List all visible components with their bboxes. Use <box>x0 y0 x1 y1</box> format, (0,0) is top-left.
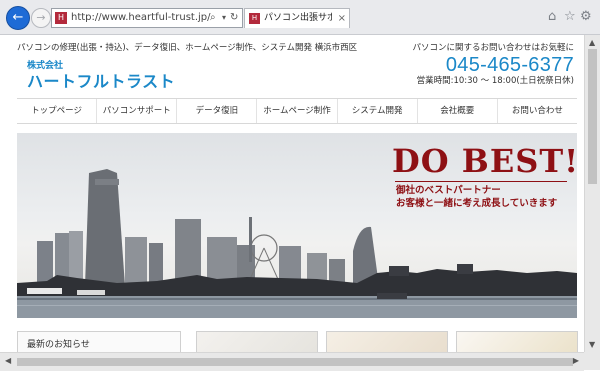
forward-button[interactable]: → <box>31 8 51 28</box>
company-name: ハートフルトラスト <box>27 72 176 91</box>
company-prefix: 株式会社 <box>27 61 64 71</box>
nav-item-contact[interactable]: お問い合わせ <box>496 99 577 123</box>
nav-item-data-recovery[interactable]: データ復旧 <box>176 99 256 123</box>
refresh-icon[interactable]: ↻ <box>230 10 238 26</box>
site-tagline: パソコンの修理(出張・持込)、データ復旧、ホームページ制作、システム開発 横浜市… <box>17 43 358 53</box>
tab-favicon-icon: H <box>249 13 260 24</box>
main-nav: トップページ パソコンサポート データ復旧 ホームページ制作 システム開発 会社… <box>17 98 577 124</box>
phone-number[interactable]: 045-465-6377 <box>412 54 574 76</box>
news-box: 最新のお知らせ <box>17 331 181 352</box>
vertical-scroll-thumb[interactable] <box>588 49 597 184</box>
horizontal-scroll-thumb[interactable] <box>17 358 573 366</box>
news-title: 最新のお知らせ <box>27 340 90 350</box>
arrow-left-icon: ← <box>12 10 24 25</box>
horizontal-scrollbar[interactable]: ◀ ▶ <box>0 352 584 371</box>
back-button[interactable]: ← <box>6 6 30 30</box>
tab-title: パソコン出張サポート(出張-... <box>264 13 332 23</box>
contact-box: パソコンに関するお問い合わせはお気軽に 045-465-6377 営業時間:10… <box>412 43 574 87</box>
arrow-right-icon: → <box>36 11 46 24</box>
scrollbar-corner <box>584 352 600 370</box>
service-thumbnail-1[interactable] <box>196 331 318 352</box>
scroll-down-icon[interactable]: ▼ <box>589 340 595 349</box>
hero-headline: DO BEST! <box>392 142 577 180</box>
hero-banner: DO BEST! 御社のベストパートナー お客様と一緒に考え成長していきます <box>17 133 577 318</box>
hero-subtitle-2: お客様と一緒に考え成長していきます <box>396 198 558 209</box>
business-hours: 営業時間:10:30 ～ 18:00(土日祝祭日休) <box>416 76 574 86</box>
nav-item-system-dev[interactable]: システム開発 <box>336 99 417 123</box>
gear-icon[interactable]: ⚙ <box>580 10 592 24</box>
web-page: パソコンの修理(出張・持込)、データ復旧、ホームページ制作、システム開発 横浜市… <box>0 35 584 352</box>
scroll-left-icon[interactable]: ◀ <box>5 356 11 365</box>
search-icon[interactable]: ⌕ <box>210 10 216 26</box>
home-icon[interactable]: ⌂ <box>548 10 556 24</box>
star-icon[interactable]: ☆ <box>564 10 576 24</box>
address-bar[interactable]: H http://www.heartful-trust.jp/ ⌕ ▾ ↻ <box>51 8 243 28</box>
site-favicon-icon: H <box>55 12 67 24</box>
vertical-scrollbar[interactable]: ▲ ▼ <box>584 35 600 352</box>
nav-item-top[interactable]: トップページ <box>17 99 96 123</box>
nav-item-pc-support[interactable]: パソコンサポート <box>96 99 176 123</box>
nav-item-company[interactable]: 会社概要 <box>416 99 497 123</box>
scroll-up-icon[interactable]: ▲ <box>589 38 595 47</box>
tab-active[interactable]: H パソコン出張サポート(出張-... × <box>244 8 350 28</box>
close-icon[interactable]: × <box>338 11 346 26</box>
dropdown-icon[interactable]: ▾ <box>222 10 226 26</box>
browser-toolbar: ← → H http://www.heartful-trust.jp/ ⌕ ▾ … <box>0 0 600 35</box>
url-text[interactable]: http://www.heartful-trust.jp/ <box>71 10 211 26</box>
scroll-right-icon[interactable]: ▶ <box>573 356 579 365</box>
nav-item-web-production[interactable]: ホームページ制作 <box>256 99 336 123</box>
contact-prompt: パソコンに関するお問い合わせはお気軽に <box>412 43 574 53</box>
service-thumbnail-3[interactable] <box>456 331 578 352</box>
hero-subtitle-1: 御社のベストパートナー <box>396 185 501 196</box>
site-logo[interactable]: 株式会社 ハートフルトラスト <box>27 61 175 92</box>
hero-divider <box>395 181 567 182</box>
service-thumbnail-2[interactable] <box>326 331 448 352</box>
